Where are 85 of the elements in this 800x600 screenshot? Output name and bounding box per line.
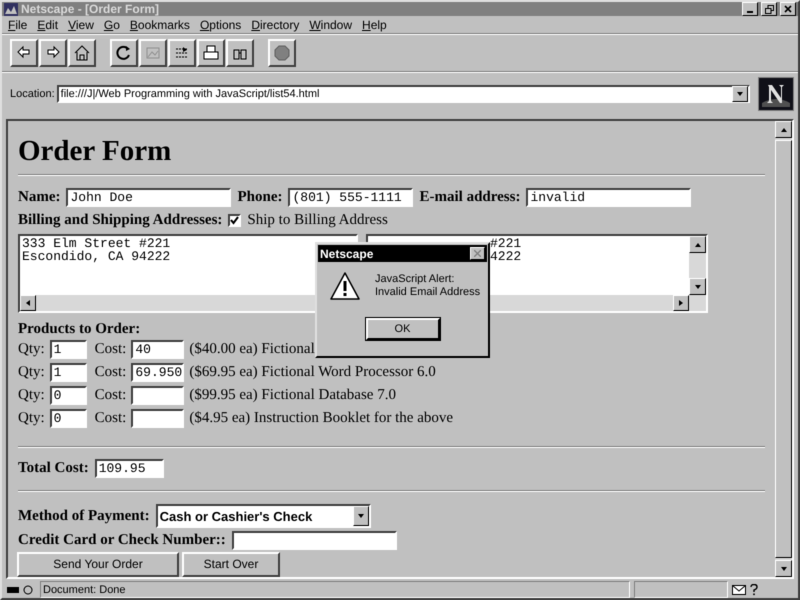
close-icon — [784, 5, 792, 14]
qty-field[interactable]: 1 — [50, 363, 87, 382]
scrollbar[interactable] — [775, 121, 792, 577]
location-field[interactable]: file:///J|/Web Programming with JavaScript/list54.html — [56, 85, 750, 103]
qty-label: Qty: — [18, 410, 45, 427]
scroll-up-icon — [780, 126, 788, 134]
ok-button[interactable]: OK — [366, 318, 440, 340]
qty-field[interactable]: 0 — [50, 409, 87, 428]
form-button[interactable]: Send Your Order — [17, 552, 179, 576]
field-label: Phone: — [237, 189, 282, 206]
window-title: Netscape - [Order Form] — [21, 2, 160, 16]
qty-field[interactable]: 1 — [50, 340, 87, 359]
menu-item[interactable]: Bookmarks — [126, 18, 196, 32]
qty-label: Qty: — [18, 341, 45, 358]
toolbar-button[interactable] — [226, 39, 254, 67]
card-number-field[interactable] — [232, 530, 397, 550]
mail-icon[interactable] — [732, 584, 746, 594]
cost-field[interactable]: 40 — [131, 340, 184, 359]
warning-icon — [329, 271, 361, 301]
scroll-up-icon — [694, 240, 702, 248]
cost-field[interactable] — [131, 409, 184, 428]
qty-label: Qty: — [18, 364, 45, 381]
toolbar-button[interactable] — [10, 39, 38, 67]
cost-field[interactable]: 69.950 — [131, 363, 184, 382]
payment-dropdown[interactable]: Cash or Cashier's Check — [156, 504, 371, 528]
cost-label: Cost: — [94, 341, 126, 358]
close-button[interactable] — [780, 2, 796, 16]
cost-label: Cost: — [94, 410, 126, 427]
menu-item[interactable]: Options — [196, 18, 248, 32]
restore-icon — [764, 4, 774, 14]
printer-icon — [202, 44, 220, 62]
close-icon — [474, 250, 481, 257]
toolbar-button[interactable] — [39, 39, 67, 67]
product-description: ($4.95 ea) Instruction Booklet for the above — [189, 410, 454, 427]
section-label: Products to Order: — [18, 321, 140, 337]
menu-item[interactable]: Help — [358, 18, 393, 32]
close-button[interactable] — [470, 247, 485, 260]
menu-item[interactable]: Edit — [33, 18, 64, 32]
restore-button[interactable] — [761, 2, 777, 16]
dropdown-arrow-icon — [736, 90, 744, 98]
toolbar-button[interactable] — [168, 39, 196, 67]
scroll-down-icon — [780, 564, 788, 572]
field-label: E-mail address: — [419, 189, 520, 206]
menu-item[interactable]: View — [64, 18, 100, 32]
form-button[interactable]: Start Over — [182, 552, 280, 576]
menu-item[interactable]: Window — [305, 18, 358, 32]
scroll-left-icon — [24, 299, 32, 307]
text-field[interactable]: invalid — [526, 188, 692, 207]
app-icon — [4, 2, 18, 16]
total-field[interactable]: 109.95 — [94, 459, 164, 478]
product-description: ($40.00 ea) Fictional — [189, 341, 315, 358]
menu-item[interactable]: Go — [100, 18, 126, 32]
minimize-button[interactable] — [742, 2, 758, 16]
toolbar-button[interactable] — [68, 39, 96, 67]
field-label: Name: — [18, 189, 60, 206]
field-label: Credit Card or Check Number:: — [18, 532, 226, 548]
text-field[interactable]: John Doe — [66, 188, 232, 207]
status-text: Document: Done — [40, 581, 630, 598]
alert-message: JavaScript Alert: Invalid Email Address — [375, 273, 480, 299]
checkbox-label: Ship to Billing Address — [247, 212, 388, 229]
scroll-right-icon — [677, 299, 685, 307]
help-icon[interactable] — [750, 584, 758, 596]
dropdown-arrow-icon — [356, 512, 365, 520]
logo-icon — [758, 77, 794, 111]
menu-item[interactable]: Directory — [247, 18, 306, 32]
location-label: Location: — [10, 88, 55, 100]
stop-icon — [273, 44, 291, 62]
page-heading: Order Form — [18, 135, 172, 168]
cost-field[interactable] — [131, 386, 184, 405]
checkbox[interactable] — [228, 214, 242, 227]
product-description: ($69.95 ea) Fictional Word Processor 6.0 — [189, 364, 436, 381]
cost-label: Cost: — [94, 364, 126, 381]
toolbar-button[interactable] — [197, 39, 225, 67]
cost-label: Cost: — [94, 387, 126, 404]
toolbar-button[interactable] — [110, 39, 138, 67]
section-label: Billing and Shipping Addresses: — [18, 212, 222, 229]
menu-item[interactable]: File — [4, 18, 34, 32]
qty-field[interactable]: 0 — [50, 386, 87, 405]
qty-label: Qty: — [18, 387, 45, 404]
product-description: ($99.95 ea) Fictional Database 7.0 — [189, 387, 396, 404]
scroll-down-icon — [694, 282, 702, 290]
text-field[interactable]: (801) 555-1111 — [288, 188, 414, 207]
home-icon — [73, 44, 91, 62]
field-label: Method of Payment: — [18, 508, 150, 524]
field-label: Total Cost: — [18, 460, 89, 477]
